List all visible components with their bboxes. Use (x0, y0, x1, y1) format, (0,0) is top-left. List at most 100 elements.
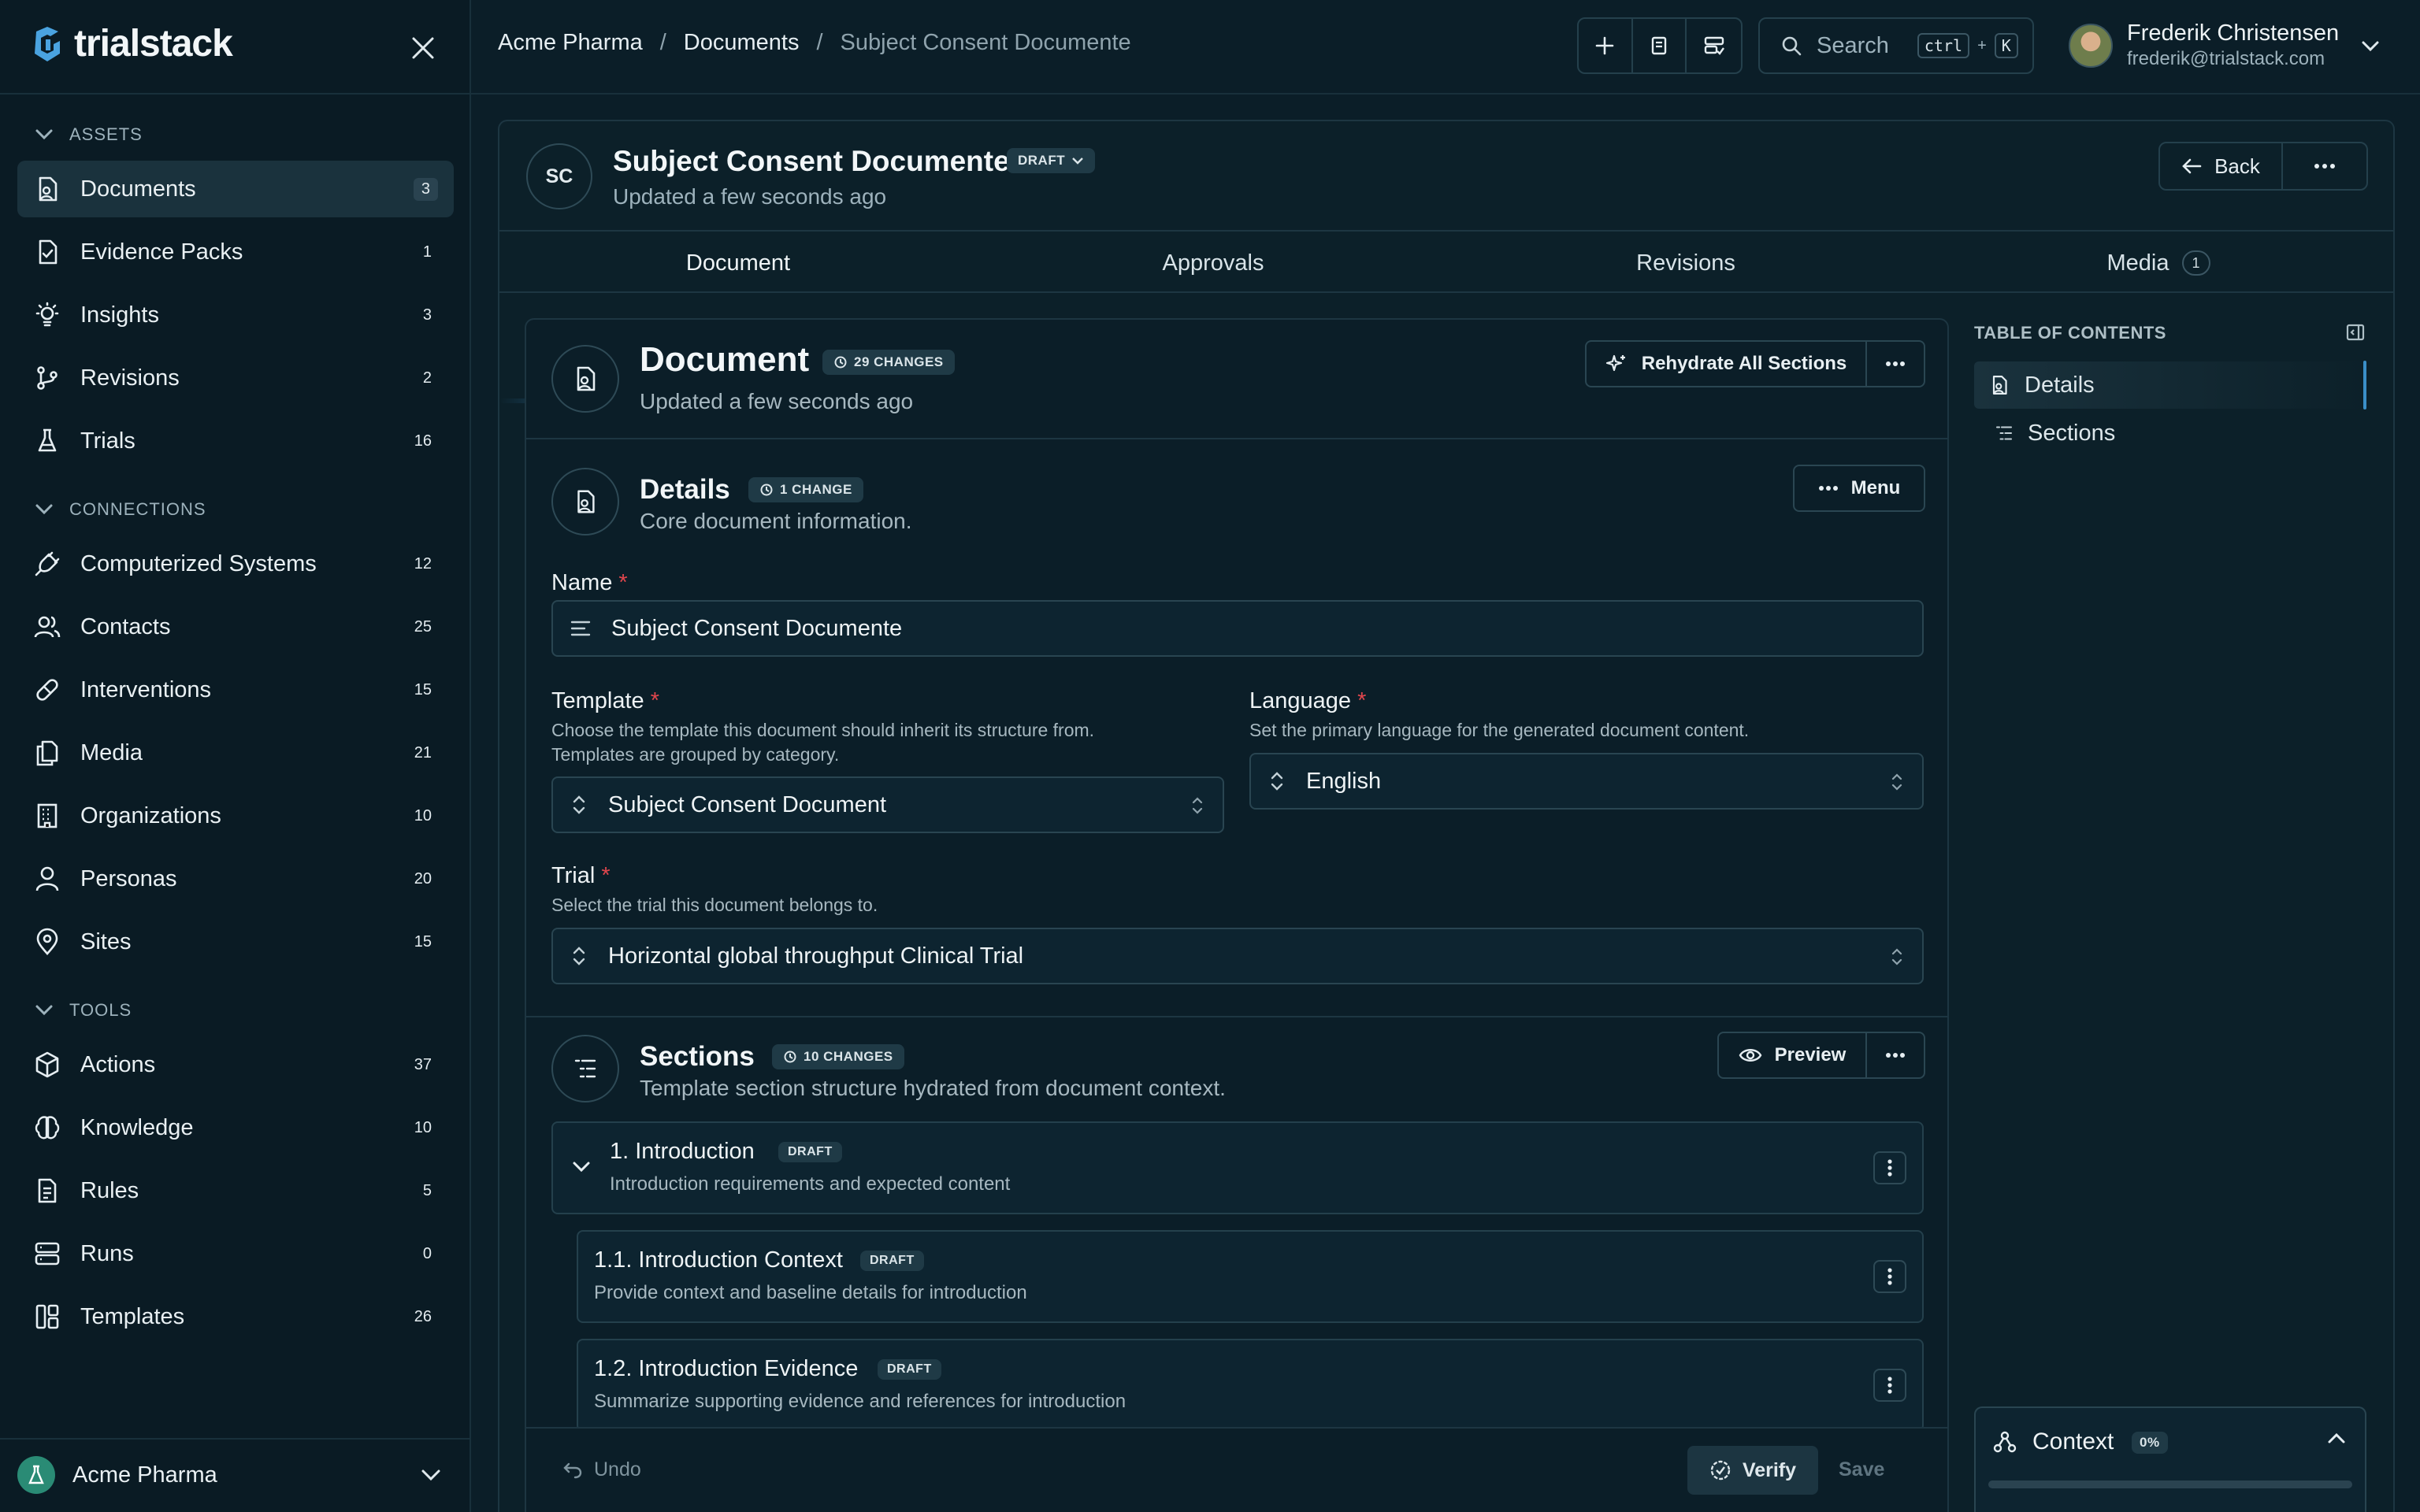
user-menu[interactable]: Frederik Christensen frederik@trialstack… (2069, 20, 2381, 70)
sidebar-item-insights[interactable]: Insights 3 (17, 287, 454, 343)
name-label: Name * (551, 570, 628, 596)
tab-media[interactable]: Media 1 (1922, 233, 2395, 293)
section-item-introduction[interactable]: 1. Introduction DRAFT Introduction requi… (551, 1121, 1924, 1214)
sparkles-icon (1605, 354, 1625, 372)
more-vertical-icon (1887, 1268, 1892, 1285)
section-header-tools[interactable]: TOOLS (35, 1000, 132, 1021)
sidebar-item-runs[interactable]: Runs 0 (17, 1225, 454, 1282)
sidebar-item-label: Templates (80, 1303, 185, 1329)
sidebar-item-personas[interactable]: Personas 20 (17, 850, 454, 907)
section-description: Provide context and baseline details for… (594, 1282, 1027, 1303)
close-sidebar-button[interactable] (405, 30, 441, 66)
tab-document[interactable]: Document (499, 233, 977, 293)
section-header-connections[interactable]: CONNECTIONS (35, 499, 206, 520)
more-button[interactable] (1867, 361, 1924, 367)
sidebar-item-rules[interactable]: Rules 5 (17, 1162, 454, 1219)
sidebar-item-label: Runs (80, 1240, 134, 1266)
breadcrumb-documents[interactable]: Documents (684, 30, 800, 56)
chevrons-up-down-icon (573, 947, 585, 965)
panel-collapse-icon[interactable] (2344, 321, 2366, 343)
save-button[interactable]: Save (1839, 1458, 1884, 1481)
page-title: Subject Consent Documente (613, 145, 1010, 177)
chevron-down-icon[interactable] (572, 1161, 591, 1173)
more-button[interactable] (1867, 1052, 1924, 1058)
verify-button[interactable]: Verify (1687, 1446, 1818, 1495)
section-title: TOOLS (69, 1000, 132, 1020)
sidebar-item-label: Insights (80, 302, 159, 328)
plug-icon (35, 551, 60, 576)
template-select[interactable]: Subject Consent Document (551, 776, 1224, 833)
help-line: Templates are grouped by category. (551, 744, 840, 765)
language-select[interactable]: English (1249, 753, 1924, 810)
section-menu-button[interactable] (1873, 1151, 1906, 1184)
language-value: English (1306, 768, 1382, 794)
lightbulb-icon (35, 302, 59, 327)
sidebar-item-knowledge[interactable]: Knowledge 10 (17, 1099, 454, 1156)
toc-item-details[interactable]: Details (1974, 361, 2366, 409)
sidebar-item-contacts[interactable]: Contacts 25 (17, 598, 454, 655)
sidebar-item-templates[interactable]: Templates 26 (17, 1288, 454, 1345)
sidebar-item-revisions[interactable]: Revisions 2 (17, 350, 454, 406)
server-status-button[interactable] (1687, 19, 1741, 72)
header-actions: Back (2158, 142, 2368, 191)
count-badge: 16 (414, 432, 432, 450)
document-icon (39, 176, 58, 202)
search-box[interactable]: Search ctrl + K (1758, 17, 2034, 74)
label-text: Trial (551, 863, 596, 888)
tab-approvals[interactable]: Approvals (977, 233, 1449, 293)
sections-title: Sections (640, 1041, 755, 1072)
chevrons-up-down-icon (1891, 948, 1902, 965)
count-badge: 12 (414, 554, 432, 573)
sidebar-item-computerized-systems[interactable]: Computerized Systems 12 (17, 536, 454, 592)
menu-label: Menu (1850, 477, 1901, 498)
preview-button[interactable]: Preview (1719, 1033, 1867, 1077)
count-badge: 20 (414, 869, 432, 888)
sidebar-item-documents[interactable]: Documents 3 (17, 161, 454, 217)
card-footer: Undo Verify Save (526, 1427, 1947, 1512)
history-icon (760, 484, 773, 496)
trialstack-logo-icon (35, 26, 60, 61)
trial-select[interactable]: Horizontal global throughput Clinical Tr… (551, 928, 1924, 984)
sidebar-item-evidence-packs[interactable]: Evidence Packs 1 (17, 224, 454, 280)
section-title: 1. Introduction (610, 1139, 755, 1164)
section-menu-button[interactable] (1873, 1369, 1906, 1402)
count-badge: 37 (414, 1055, 432, 1073)
count-badge: 10 (414, 806, 432, 825)
status-badge[interactable]: DRAFT (1007, 148, 1096, 173)
details-subtitle: Core document information. (640, 509, 912, 533)
org-switcher[interactable]: Acme Pharma (17, 1449, 454, 1501)
toolbar-button-group (1577, 17, 1743, 74)
context-panel[interactable]: Context 0% (1974, 1406, 2366, 1512)
section-menu-button[interactable] (1873, 1260, 1906, 1293)
sidebar-item-media[interactable]: Media 21 (17, 724, 454, 781)
required-marker: * (601, 863, 611, 888)
draft-badge: DRAFT (878, 1359, 941, 1380)
section-header-assets[interactable]: ASSETS (35, 124, 143, 145)
details-menu-button[interactable]: Menu (1793, 465, 1925, 512)
context-label: Context (2032, 1429, 2114, 1455)
sidebar-item-sites[interactable]: Sites 15 (17, 914, 454, 970)
section-item-introduction-context[interactable]: 1.1. Introduction Context DRAFT Provide … (577, 1230, 1924, 1323)
name-value: Subject Consent Documente (611, 615, 903, 641)
undo-button[interactable]: Undo (562, 1458, 641, 1481)
name-field[interactable]: Subject Consent Documente (551, 600, 1924, 657)
more-horizontal-icon (2314, 164, 2335, 169)
rehydrate-all-button[interactable]: Rehydrate All Sections (1587, 342, 1867, 386)
chevron-up-icon[interactable] (2327, 1432, 2346, 1444)
notes-button[interactable] (1633, 19, 1687, 72)
sidebar-item-trials[interactable]: Trials 16 (17, 413, 454, 469)
toc-item-sections[interactable]: Sections (1974, 410, 2366, 457)
back-button[interactable]: Back (2160, 143, 2283, 189)
breadcrumb-org[interactable]: Acme Pharma (498, 30, 643, 56)
sidebar-item-actions[interactable]: Actions 37 (17, 1036, 454, 1093)
pill-icon (36, 679, 58, 701)
tab-revisions[interactable]: Revisions (1449, 233, 1922, 293)
section-item-introduction-evidence[interactable]: 1.2. Introduction Evidence DRAFT Summari… (577, 1339, 1924, 1432)
document-header: SC Subject Consent Documente DRAFT Updat… (499, 121, 2393, 232)
more-button[interactable] (2283, 143, 2366, 189)
more-horizontal-icon (1886, 361, 1905, 366)
logo[interactable]: trialstack (28, 22, 233, 65)
add-button[interactable] (1579, 19, 1633, 72)
sidebar-item-organizations[interactable]: Organizations 10 (17, 788, 454, 844)
sidebar-item-interventions[interactable]: Interventions 15 (17, 662, 454, 718)
